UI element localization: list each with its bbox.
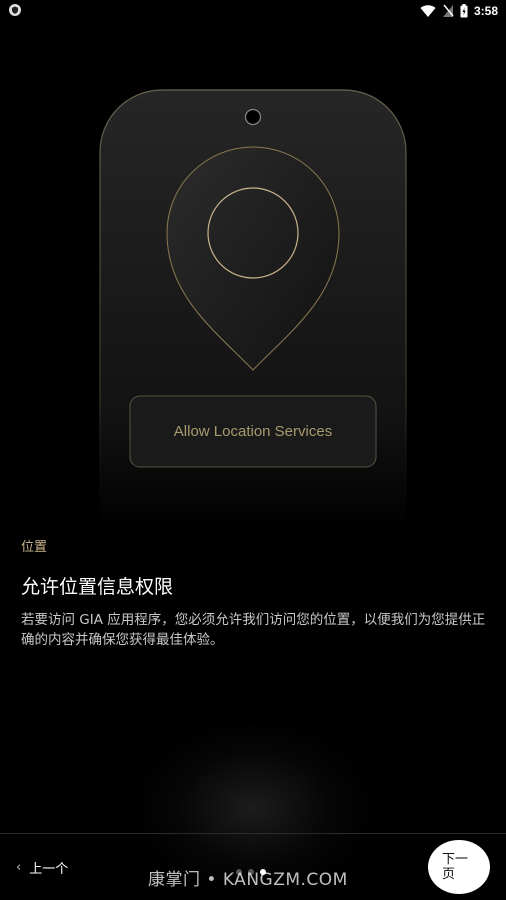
section-label: 位置: [21, 540, 48, 555]
page-title: 允许位置信息权限: [21, 576, 174, 598]
next-label-line1: 下一: [442, 852, 469, 867]
next-button[interactable]: 下一 页: [428, 840, 490, 894]
chevron-left-icon: ‹: [16, 860, 22, 875]
watermark: 康掌门 • KANGZM.COM: [148, 870, 348, 890]
previous-label: 上一个: [29, 862, 69, 877]
allow-location-label: Allow Location Services: [173, 423, 333, 440]
previous-button[interactable]: ‹ 上一个: [16, 858, 68, 877]
page-description: 若要访问 GIA 应用程序，您必须允许我们访问您的位置，以便我们为您提供正确的内…: [21, 612, 486, 648]
next-label-line2: 页: [442, 867, 456, 882]
tag-hole: [244, 108, 262, 126]
